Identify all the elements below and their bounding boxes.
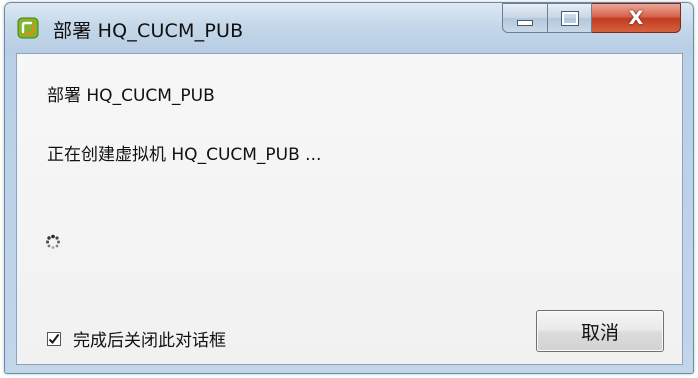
checkmark-icon bbox=[48, 333, 60, 344]
cancel-button[interactable]: 取消 bbox=[536, 310, 664, 352]
dialog-heading: 部署 HQ_CUCM_PUB bbox=[47, 86, 215, 106]
close-on-complete-option[interactable]: 完成后关闭此对话框 bbox=[47, 326, 226, 351]
busy-spinner-icon bbox=[45, 234, 60, 249]
close-button[interactable]: X bbox=[592, 3, 681, 33]
maximize-button[interactable] bbox=[548, 3, 592, 33]
dialog-content: 部署 HQ_CUCM_PUB 正在创建虚拟机 HQ_CUCM_PUB ... 完… bbox=[16, 53, 683, 365]
vsphere-app-icon bbox=[17, 17, 39, 39]
status-text: 正在创建虚拟机 HQ_CUCM_PUB ... bbox=[47, 145, 322, 165]
window-title: 部署 HQ_CUCM_PUB bbox=[53, 20, 244, 42]
close-icon: X bbox=[628, 6, 644, 29]
close-on-complete-label[interactable]: 完成后关闭此对话框 bbox=[73, 326, 226, 351]
close-on-complete-checkbox[interactable] bbox=[47, 331, 61, 346]
dialog-window: 部署 HQ_CUCM_PUB X 部署 HQ_CUCM_PUB 正在创建虚拟机 … bbox=[4, 2, 694, 374]
minimize-button[interactable] bbox=[502, 3, 548, 33]
maximize-icon bbox=[560, 10, 579, 26]
minimize-icon bbox=[517, 20, 533, 26]
title-bar[interactable]: 部署 HQ_CUCM_PUB X bbox=[5, 3, 693, 53]
